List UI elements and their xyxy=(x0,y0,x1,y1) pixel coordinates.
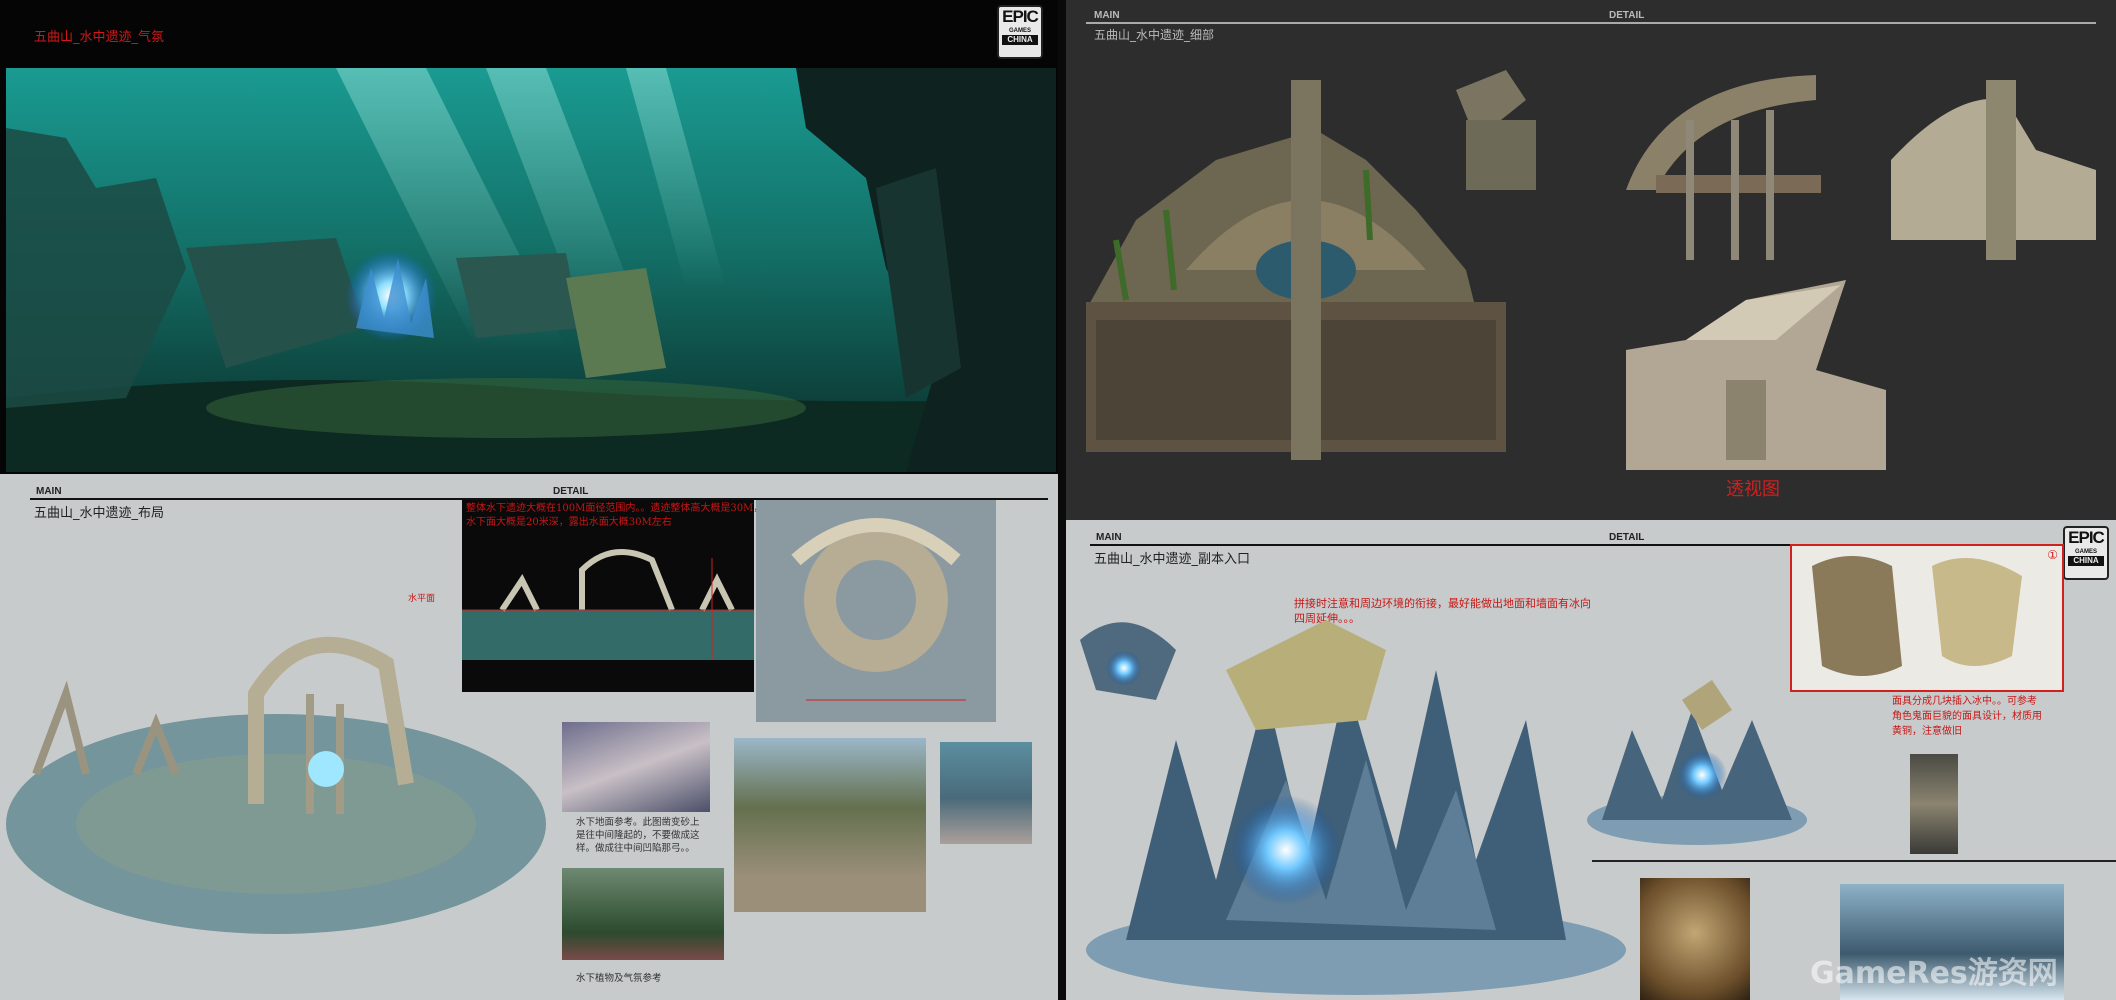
plant-reference-note: 水下植物及气氛参考 xyxy=(576,973,662,984)
ground-reference-photo xyxy=(562,722,710,812)
epic-games-china-logo: EPIC GAMES CHINA xyxy=(2063,526,2109,580)
detail-panel-title: 五曲山_水中遗迹_细部 xyxy=(1094,28,1215,42)
entrance-panel-header: MAIN DETAIL xyxy=(1066,530,2116,546)
layout-3d-concept xyxy=(6,636,546,934)
layout-red-note: 整体水下遗迹大概在100M面径范围内。。遗迹整体高大概是30M，淹没在水下面大概… xyxy=(466,503,794,528)
divider-line xyxy=(1592,860,2116,862)
mask-reference-badge: ① xyxy=(2047,548,2058,562)
layout-panel-header: MAIN DETAIL xyxy=(0,484,1058,500)
small-pillar-renders xyxy=(1456,70,2096,260)
header-main-label: MAIN xyxy=(36,486,62,497)
header-main-label: MAIN xyxy=(1094,10,1120,21)
detail-panel-header: MAIN DETAIL xyxy=(1066,8,2116,24)
atmosphere-panel: 五曲山_水中遗迹_气氛 EPIC GAMES CHINA xyxy=(0,0,1058,474)
lion-head-reference xyxy=(1640,878,1750,1000)
atmosphere-title: 五曲山_水中遗迹_气氛 xyxy=(34,30,165,45)
detail-panel: MAIN DETAIL 五曲山_水中遗迹_细部 透视图 xyxy=(1066,0,2116,520)
pillar-reference-thumb xyxy=(1910,754,1958,854)
ruins-reference-photo xyxy=(734,738,926,912)
top-down-layout-render xyxy=(756,500,996,722)
underwater-ruins-painting xyxy=(6,68,1056,472)
perspective-model-render xyxy=(1626,280,1886,470)
watermark: GameRes游资网 xyxy=(1810,956,2058,991)
layout-panel: MAIN DETAIL 五曲山_水中遗迹_布局 整体水下遗迹大概在100M面径范… xyxy=(0,474,1058,1000)
header-detail-label: DETAIL xyxy=(553,486,589,497)
crystal-entrance-variant xyxy=(1587,680,1807,845)
ground-reference-note: 水下地面参考。此图凿变砂上是往中间隆起的，不要做成这样。做成往中间凹陷那弓。。 xyxy=(576,817,700,854)
layout-panel-title: 五曲山_水中遗迹_布局 xyxy=(34,506,165,521)
header-detail-label: DETAIL xyxy=(1609,532,1645,543)
header-detail-label: DETAIL xyxy=(1609,10,1645,21)
entrance-red-note-2: 面具分成几块插入冰中。。可参考角色鬼面巨貌的面具设计，材质用黄铜，注意做旧 xyxy=(1892,696,2042,737)
header-main-label: MAIN xyxy=(1096,532,1122,543)
plant-reference-photo xyxy=(562,868,724,960)
crystal-entrance-render xyxy=(1080,620,1626,995)
epic-games-china-logo: EPIC GAMES CHINA xyxy=(997,5,1043,59)
perspective-label: 透视图 xyxy=(1726,479,1780,500)
water-reference-photo xyxy=(940,742,1032,844)
entrance-panel: MAIN DETAIL 五曲山_水中遗迹_副本入口 EPIC GAMES CHINA… xyxy=(1066,520,2116,1000)
mask-reference-frame: ① xyxy=(1790,544,2064,692)
